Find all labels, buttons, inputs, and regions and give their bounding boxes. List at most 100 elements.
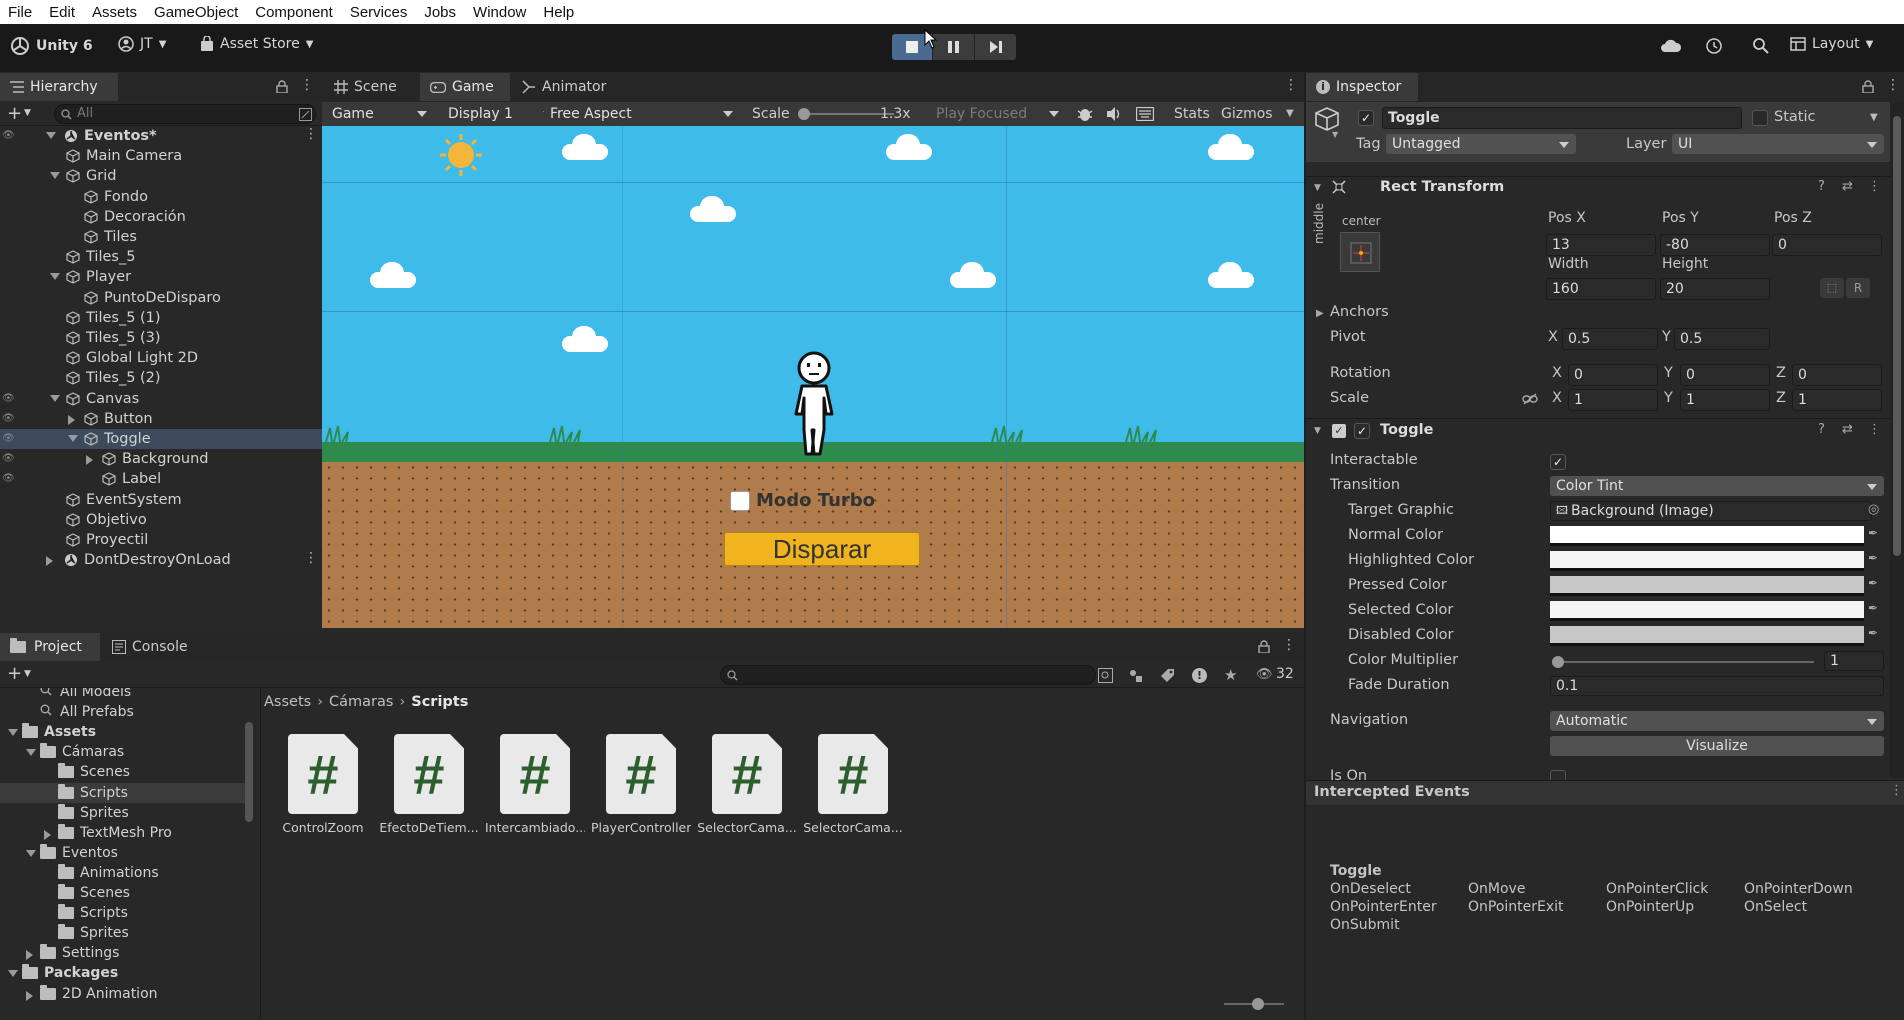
chevron-down-icon[interactable]: ▼ xyxy=(24,108,31,118)
pause-button[interactable] xyxy=(932,34,974,60)
toggle-component-header[interactable]: ▼ ✓ ✓ Toggle ? ⇄ ⋮ xyxy=(1306,418,1890,442)
asset-name[interactable]: SelectorCama... xyxy=(697,820,797,835)
layer-dropdown[interactable]: UI xyxy=(1672,134,1884,154)
chevron-right-icon[interactable] xyxy=(26,950,33,961)
more-options-icon[interactable]: ⋮ xyxy=(304,126,318,142)
project-tree-item-c-maras[interactable]: Cámaras xyxy=(0,742,245,762)
filter-type-icon[interactable] xyxy=(1128,668,1143,683)
scale-y-field[interactable]: 1 xyxy=(1680,389,1770,411)
hierarchy-item-label[interactable]: Label 👁 xyxy=(0,469,322,489)
asset-name[interactable]: ControlZoom xyxy=(273,820,373,835)
chevron-down-icon[interactable]: ▼ xyxy=(1870,112,1878,123)
asset-name[interactable]: SelectorCama... xyxy=(803,820,903,835)
project-tree-item-2d-animation[interactable]: 2D Animation xyxy=(0,984,245,1004)
csharp-script-icon[interactable]: # xyxy=(394,734,464,814)
aspect-dropdown[interactable]: Free Aspect xyxy=(544,103,740,125)
tab-scene[interactable]: Scene xyxy=(324,73,420,101)
history-icon[interactable] xyxy=(1705,37,1723,55)
chevron-right-icon[interactable] xyxy=(68,414,75,425)
navigation-dropdown[interactable]: Automatic xyxy=(1550,711,1884,731)
pos-z-field[interactable]: 0 xyxy=(1772,234,1882,256)
search-icon[interactable] xyxy=(1752,37,1770,55)
hierarchy-item-eventos[interactable]: Eventos* 👁 ⋮ xyxy=(0,126,322,146)
menu-services[interactable]: Services xyxy=(342,4,417,21)
chevron-down-icon[interactable] xyxy=(50,172,60,180)
bug-icon[interactable] xyxy=(1076,105,1094,123)
project-tree-item-all-prefabs[interactable]: All Prefabs xyxy=(0,702,245,722)
interactable-checkbox[interactable]: ✓ xyxy=(1550,454,1566,470)
tab-inspector[interactable]: i Inspector xyxy=(1306,73,1418,101)
star-icon[interactable]: ★ xyxy=(1224,666,1237,684)
account-dropdown[interactable]: JT ▼ xyxy=(118,36,166,52)
filter-icon[interactable] xyxy=(299,108,312,121)
unity-version-button[interactable]: Unity 6 xyxy=(10,36,93,56)
audio-icon[interactable] xyxy=(1106,106,1122,122)
chevron-down-icon[interactable] xyxy=(8,729,18,737)
asset-name[interactable]: PlayerController xyxy=(591,820,691,835)
hierarchy-item-dontdestroyonload[interactable]: DontDestroyOnLoad ⋮ xyxy=(0,550,322,570)
disparar-button[interactable]: Disparar xyxy=(724,532,920,566)
game-view-dropdown[interactable]: Game xyxy=(326,103,434,125)
more-options-icon[interactable]: ⋮ xyxy=(1890,783,1903,798)
chevron-right-icon[interactable]: ▶ xyxy=(1316,308,1324,319)
visibility-eye-icon[interactable]: 👁 xyxy=(2,130,15,141)
tab-console[interactable]: Console xyxy=(102,633,208,661)
chevron-down-icon[interactable]: ▼ xyxy=(24,669,31,679)
chevron-right-icon[interactable] xyxy=(44,829,51,840)
breadcrumb-item[interactable]: Assets xyxy=(264,694,311,710)
toggle-enabled-checkbox[interactable]: ✓ xyxy=(1354,423,1370,439)
menu-edit[interactable]: Edit xyxy=(41,4,84,21)
hierarchy-item-tiles[interactable]: Tiles xyxy=(0,227,322,247)
tab-project[interactable]: Project xyxy=(0,633,100,661)
color-multiplier-handle[interactable] xyxy=(1552,656,1564,668)
hierarchy-item-tiles-5[interactable]: Tiles_5 xyxy=(0,247,322,267)
lock-icon[interactable] xyxy=(276,80,288,93)
more-options-icon[interactable]: ⋮ xyxy=(1282,637,1296,653)
project-tree-item-textmesh-pro[interactable]: TextMesh Pro xyxy=(0,823,245,843)
fade-duration-field[interactable]: 0.1 xyxy=(1550,676,1884,696)
warning-icon[interactable]: ! xyxy=(1192,668,1207,683)
eyedropper-icon[interactable]: ✒ xyxy=(1868,551,1878,565)
project-tree-item-settings[interactable]: Settings xyxy=(0,943,245,963)
inspector-scrollbar-thumb[interactable] xyxy=(1893,116,1901,556)
selected-color-field[interactable] xyxy=(1550,601,1864,621)
csharp-script-icon[interactable]: # xyxy=(606,734,676,814)
csharp-script-icon[interactable]: # xyxy=(712,734,782,814)
project-search-input[interactable] xyxy=(720,665,1096,685)
hierarchy-item-player[interactable]: Player xyxy=(0,267,322,287)
normal-color-field[interactable] xyxy=(1550,526,1864,546)
pivot-y-field[interactable]: 0.5 xyxy=(1674,328,1770,350)
pos-y-field[interactable]: -80 xyxy=(1660,234,1770,256)
pressed-color-field[interactable] xyxy=(1550,576,1864,596)
hierarchy-item-tiles-5-2[interactable]: Tiles_5 (2) xyxy=(0,368,322,388)
scale-slider-handle[interactable] xyxy=(798,108,810,120)
search-settings-icon[interactable] xyxy=(1098,668,1113,683)
lock-icon[interactable] xyxy=(1862,80,1874,93)
menu-component[interactable]: Component xyxy=(247,4,342,21)
hierarchy-item-tiles-5-1[interactable]: Tiles_5 (1) xyxy=(0,308,322,328)
add-icon[interactable]: + xyxy=(7,663,22,684)
visualize-button[interactable]: Visualize xyxy=(1550,736,1884,756)
asset-name[interactable]: EfectoDeTiem... xyxy=(379,820,479,835)
project-tree-item-scripts[interactable]: Scripts xyxy=(0,782,245,803)
breadcrumb-item[interactable]: Cámaras xyxy=(329,694,393,710)
preset-icon[interactable]: ⇄ xyxy=(1842,179,1853,194)
link-icon[interactable] xyxy=(1522,393,1538,405)
raw-edit-button[interactable]: R xyxy=(1846,278,1870,298)
csharp-script-icon[interactable]: # xyxy=(288,734,358,814)
breadcrumb-item[interactable]: Scripts xyxy=(411,694,468,710)
object-picker-icon[interactable]: ◎ xyxy=(1868,502,1879,517)
visibility-eye-icon[interactable]: 👁 xyxy=(2,413,15,424)
chevron-right-icon[interactable] xyxy=(26,990,33,1001)
chevron-down-icon[interactable]: ▼ xyxy=(1332,130,1338,139)
color-multiplier-field[interactable]: 1 xyxy=(1824,651,1884,671)
project-tree-item-scenes[interactable]: Scenes xyxy=(0,883,245,903)
icon-size-slider-handle[interactable] xyxy=(1252,998,1264,1010)
hierarchy-item-canvas[interactable]: Canvas 👁 xyxy=(0,389,322,409)
static-checkbox[interactable] xyxy=(1752,110,1768,126)
inspector-scrollbar[interactable] xyxy=(1890,102,1904,778)
chevron-down-icon[interactable] xyxy=(50,394,60,402)
hierarchy-item-proyectil[interactable]: Proyectil xyxy=(0,530,322,550)
anchor-presets-button[interactable] xyxy=(1340,232,1380,272)
asset-name[interactable]: Intercambiado... xyxy=(485,820,585,835)
